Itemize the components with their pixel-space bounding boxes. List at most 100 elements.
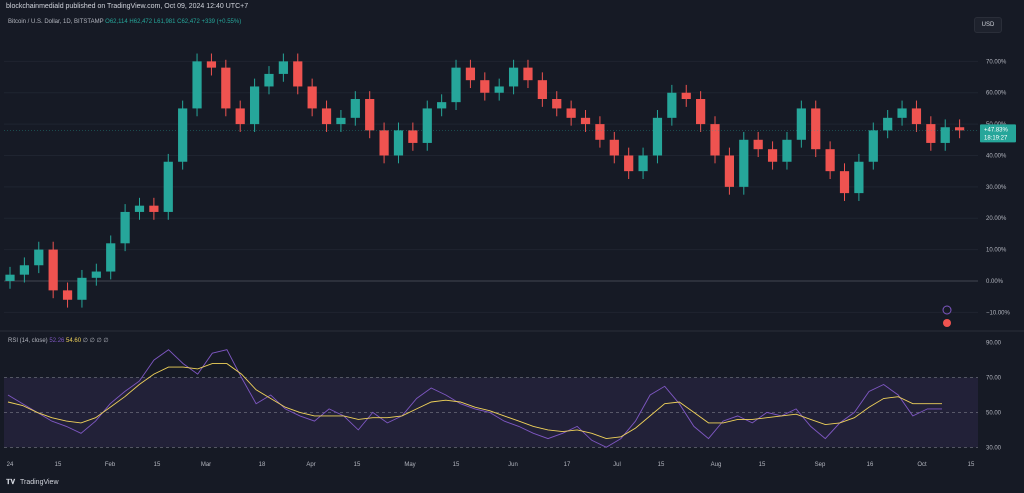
x-axis-label: Feb xyxy=(105,462,116,468)
price-candle xyxy=(854,153,864,201)
candle-body xyxy=(19,265,29,275)
price-candle xyxy=(811,100,821,158)
candle-body xyxy=(465,67,476,81)
price-candle xyxy=(451,59,461,110)
price-candle xyxy=(480,72,490,101)
candle-body xyxy=(580,117,591,125)
x-axis-label: 15 xyxy=(354,462,361,468)
x-axis-label: 16 xyxy=(867,462,874,468)
price-candle xyxy=(278,53,288,82)
price-candle xyxy=(163,153,173,220)
candle-body xyxy=(724,155,735,187)
x-axis-label: 18 xyxy=(259,462,266,468)
tradingview-footer[interactable]: 𝐓𝐕 TradingView xyxy=(6,479,59,487)
price-candle xyxy=(5,266,15,289)
x-axis-label: Sep xyxy=(815,462,826,468)
price-candle xyxy=(767,141,778,170)
x-axis-label: Oct xyxy=(917,462,927,468)
price-candle xyxy=(681,84,691,107)
x-axis-label: Aug xyxy=(711,462,722,468)
price-candle xyxy=(508,59,519,95)
candle-body xyxy=(307,86,317,109)
rsi-tick-label: 70.00 xyxy=(986,376,1002,382)
chart-canvas[interactable]: 70.00%60.00%50.00%40.00%30.00%20.00%10.0… xyxy=(0,0,1024,493)
rsi-title[interactable]: RSI (14, close) xyxy=(8,338,48,344)
us-flag-icon xyxy=(943,319,951,327)
candle-body xyxy=(451,67,461,103)
price-candle xyxy=(537,72,547,107)
price-candle xyxy=(753,131,763,158)
candle-body xyxy=(437,102,447,109)
price-candle xyxy=(652,109,663,164)
candle-body xyxy=(710,124,720,156)
x-axis-label: 17 xyxy=(564,462,571,468)
candle-body xyxy=(566,108,576,118)
candle-body xyxy=(811,108,821,150)
candle-body xyxy=(106,243,116,272)
candle-body xyxy=(178,108,188,162)
price-candle xyxy=(264,66,274,95)
candle-body xyxy=(681,92,691,100)
price-candle xyxy=(911,100,922,132)
candle-body xyxy=(134,205,145,212)
rsi-value: 52.26 xyxy=(49,338,65,344)
candle-body xyxy=(552,99,562,109)
candle-body xyxy=(365,99,375,131)
price-candle xyxy=(365,91,375,139)
price-candle xyxy=(62,282,73,308)
price-candle xyxy=(293,53,303,95)
price-candle xyxy=(825,141,835,179)
candle-body xyxy=(782,139,792,162)
price-candle xyxy=(552,91,562,117)
candle-body xyxy=(537,80,547,100)
price-candle xyxy=(350,91,360,126)
x-axis-label: Jun xyxy=(508,462,518,468)
price-candle xyxy=(595,116,605,148)
price-candle xyxy=(48,241,58,299)
price-tick-label: −10.00% xyxy=(986,310,1011,316)
candle-body xyxy=(206,61,217,68)
x-axis-label: 15 xyxy=(658,462,665,468)
price-candle xyxy=(624,147,634,179)
price-candle xyxy=(609,131,619,164)
candle-body xyxy=(77,277,87,300)
price-candle xyxy=(782,131,792,170)
candle-body xyxy=(48,249,58,291)
price-candle xyxy=(638,147,648,179)
price-candle xyxy=(19,257,29,283)
candle-body xyxy=(523,67,533,81)
candle-body xyxy=(955,127,965,131)
price-candle xyxy=(580,109,591,132)
price-candle xyxy=(192,53,202,117)
candle-body xyxy=(249,86,260,125)
candle-body xyxy=(739,139,749,187)
candle-body xyxy=(940,127,950,143)
price-candle xyxy=(134,197,145,220)
candle-body xyxy=(293,61,303,87)
candle-body xyxy=(911,108,922,125)
price-candle xyxy=(710,116,720,164)
candle-body xyxy=(163,161,173,212)
x-axis-label: 15 xyxy=(154,462,161,468)
rsi-tick-label: 50.00 xyxy=(986,410,1002,416)
price-candle xyxy=(336,109,346,132)
candle-body xyxy=(796,108,806,140)
price-candle xyxy=(494,78,504,101)
candle-body xyxy=(825,149,835,172)
price-candle xyxy=(883,109,893,139)
price-tick-label: 0.00% xyxy=(986,279,1004,285)
price-candle xyxy=(465,59,476,89)
price-candle xyxy=(408,122,418,151)
candle-body xyxy=(192,61,202,109)
x-axis-label: Jul xyxy=(613,462,621,468)
price-candle xyxy=(91,263,101,286)
price-candle xyxy=(696,91,706,132)
candle-body xyxy=(5,274,15,281)
price-candle xyxy=(566,100,576,126)
price-candle xyxy=(422,100,432,151)
price-candle xyxy=(206,53,217,76)
candle-body xyxy=(221,67,231,109)
price-candle xyxy=(77,269,87,308)
price-candle xyxy=(437,94,447,117)
price-candle xyxy=(120,204,130,252)
